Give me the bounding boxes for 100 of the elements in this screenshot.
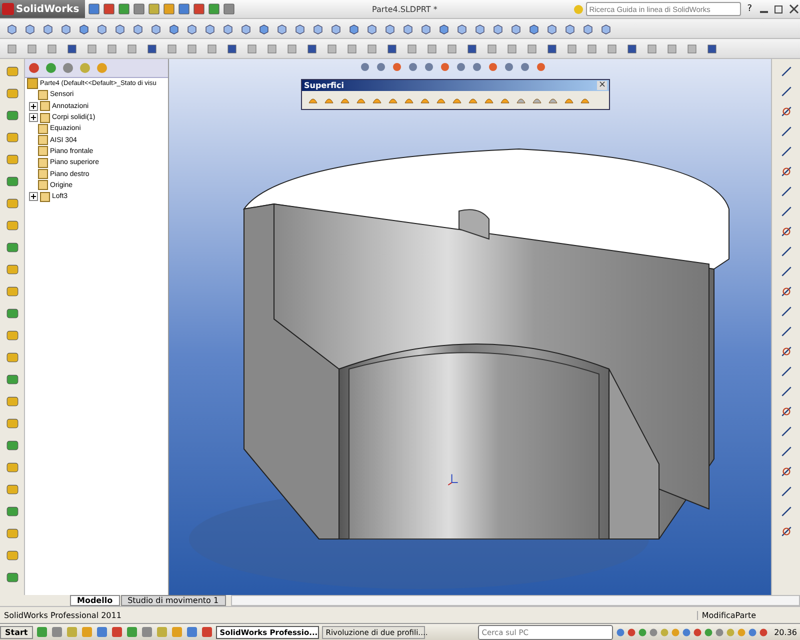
toolbar-icon[interactable]: [178, 3, 190, 15]
cube-icon[interactable]: [384, 22, 396, 34]
cube-icon[interactable]: [564, 22, 576, 34]
sketch-tool-icon[interactable]: [780, 85, 792, 98]
toolbar-icon[interactable]: [486, 42, 498, 54]
sketch-tool-icon[interactable]: [780, 205, 792, 218]
feature-icon[interactable]: [6, 109, 18, 122]
sketch-tool-icon[interactable]: [780, 525, 792, 538]
toolbar-icon[interactable]: [106, 42, 118, 54]
toolbar-icon[interactable]: [586, 42, 598, 54]
feature-icon[interactable]: [6, 417, 18, 430]
sketch-tool-icon[interactable]: [780, 285, 792, 298]
sketch-tool-icon[interactable]: [780, 245, 792, 258]
cube-icon[interactable]: [312, 22, 324, 34]
view-icon[interactable]: [519, 61, 531, 73]
expander-icon[interactable]: [29, 192, 38, 202]
cube-icon[interactable]: [474, 22, 486, 34]
cube-icon[interactable]: [510, 22, 522, 34]
quick-launch-icon[interactable]: [50, 626, 63, 638]
bottom-tab[interactable]: Studio di movimento 1: [120, 595, 226, 606]
cube-icon[interactable]: [114, 22, 126, 34]
toolbar-icon[interactable]: [88, 3, 100, 15]
sketch-tool-icon[interactable]: [780, 125, 792, 138]
toolbar-icon[interactable]: [46, 42, 58, 54]
toolbar-icon[interactable]: [146, 42, 158, 54]
view-icon[interactable]: [423, 61, 435, 73]
sketch-tool-icon[interactable]: [780, 185, 792, 198]
feature-icon[interactable]: [6, 351, 18, 364]
quick-launch-icon[interactable]: [96, 626, 108, 638]
view-icon[interactable]: [471, 61, 483, 73]
toolbar-icon[interactable]: [266, 42, 278, 54]
sketch-tool-icon[interactable]: [780, 365, 792, 378]
sketch-tool-icon[interactable]: [780, 325, 792, 338]
cube-icon[interactable]: [204, 22, 216, 34]
toolbar-icon[interactable]: [626, 42, 638, 54]
feature-icon[interactable]: [6, 439, 18, 452]
feature-icon[interactable]: [6, 373, 18, 386]
toolbar-icon[interactable]: [286, 42, 298, 54]
quick-launch-icon[interactable]: [200, 626, 213, 638]
feature-icon[interactable]: [6, 263, 18, 276]
sketch-tool-icon[interactable]: [780, 265, 792, 278]
toolbar-icon[interactable]: [526, 42, 538, 54]
quick-launch-icon[interactable]: [36, 626, 48, 638]
feature-icon[interactable]: [6, 285, 18, 298]
toolbar-icon[interactable]: [346, 42, 358, 54]
toolbar-icon[interactable]: [66, 42, 78, 54]
cube-icon[interactable]: [582, 22, 594, 34]
toolbar-icon[interactable]: [223, 3, 236, 15]
toolbar-icon[interactable]: [686, 42, 698, 54]
toolbar-icon[interactable]: [133, 3, 146, 15]
cube-icon[interactable]: [294, 22, 306, 34]
feature-icon[interactable]: [6, 197, 18, 210]
cube-icon[interactable]: [132, 22, 144, 34]
toolbar-icon[interactable]: [546, 42, 558, 54]
quick-launch-icon[interactable]: [126, 626, 138, 638]
cube-icon[interactable]: [60, 22, 72, 34]
cube-icon[interactable]: [492, 22, 504, 34]
toolbar-icon[interactable]: [86, 42, 98, 54]
sketch-tool-icon[interactable]: [780, 145, 792, 158]
toolbar-icon[interactable]: [606, 42, 618, 54]
sketch-tool-icon[interactable]: [780, 405, 792, 418]
toolbar-icon[interactable]: [466, 42, 478, 54]
toolbar-icon[interactable]: [103, 3, 116, 15]
toolbar-icon[interactable]: [6, 42, 18, 54]
feature-icon[interactable]: [6, 219, 18, 232]
toolbar-icon[interactable]: [166, 42, 178, 54]
view-icon[interactable]: [407, 61, 419, 73]
toolbar-icon[interactable]: [208, 3, 220, 15]
cube-icon[interactable]: [150, 22, 162, 34]
cube-icon[interactable]: [420, 22, 432, 34]
sketch-tool-icon[interactable]: [780, 445, 792, 458]
toolbar-icon[interactable]: [226, 42, 238, 54]
cube-icon[interactable]: [258, 22, 270, 34]
cube-icon[interactable]: [42, 22, 54, 34]
cube-icon[interactable]: [546, 22, 558, 34]
feature-icon[interactable]: [6, 527, 18, 540]
sketch-tool-icon[interactable]: [780, 65, 792, 78]
cube-icon[interactable]: [276, 22, 288, 34]
feature-icon[interactable]: [6, 571, 18, 584]
view-icon[interactable]: [375, 61, 387, 73]
feature-icon[interactable]: [6, 175, 18, 188]
toolbar-icon[interactable]: [506, 42, 518, 54]
feature-icon[interactable]: [6, 307, 18, 320]
toolbar-icon[interactable]: [26, 42, 38, 54]
feature-icon[interactable]: [6, 483, 18, 496]
view-icon[interactable]: [391, 61, 403, 73]
toolbar-icon[interactable]: [566, 42, 578, 54]
feature-icon[interactable]: [6, 549, 18, 562]
quick-launch-icon[interactable]: [186, 626, 198, 638]
start-button[interactable]: Start: [0, 626, 33, 638]
feature-icon[interactable]: [6, 65, 18, 78]
feature-icon[interactable]: [6, 395, 18, 408]
cube-icon[interactable]: [528, 22, 540, 34]
app-logo[interactable]: SolidWorks: [0, 0, 86, 18]
toolbar-icon[interactable]: [706, 42, 718, 54]
toolbar-icon[interactable]: [326, 42, 338, 54]
view-icon[interactable]: [359, 61, 371, 73]
cube-icon[interactable]: [402, 22, 414, 34]
cube-icon[interactable]: [222, 22, 234, 34]
feature-icon[interactable]: [6, 505, 18, 518]
